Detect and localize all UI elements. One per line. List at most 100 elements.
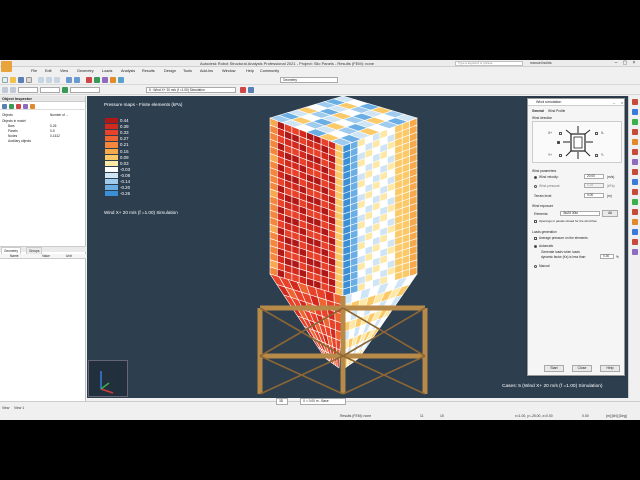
map-tool-icon[interactable]: [632, 239, 638, 245]
dir-x-minus-check[interactable]: [595, 132, 598, 135]
all-button[interactable]: All: [602, 210, 618, 217]
minimize-icon[interactable]: –: [612, 60, 620, 67]
view-1-tab[interactable]: View 1: [14, 406, 24, 410]
automatic-radio[interactable]: [534, 245, 537, 248]
manual-radio[interactable]: [534, 265, 537, 268]
wind-velocity-input[interactable]: 20.00: [584, 174, 604, 179]
wind-velocity-radio[interactable]: [534, 176, 537, 179]
selection-field[interactable]: [18, 87, 38, 93]
menu-tools[interactable]: Tools: [183, 69, 192, 73]
section-tool-icon[interactable]: [632, 129, 638, 135]
offset-tool-icon[interactable]: [632, 159, 638, 165]
design-icon[interactable]: [110, 77, 116, 83]
copy-icon[interactable]: [46, 77, 52, 83]
new-file-icon[interactable]: [2, 77, 8, 83]
bar-tool-icon[interactable]: [632, 99, 638, 105]
silo-left-face: [269, 117, 344, 297]
view-tab[interactable]: View: [2, 406, 9, 410]
dynamic-factor-input[interactable]: 0.30: [600, 254, 614, 259]
openings-check[interactable]: [534, 220, 537, 223]
check-tool-icon[interactable]: [632, 249, 638, 255]
print-icon[interactable]: [26, 77, 32, 83]
load-table-icon[interactable]: [248, 87, 254, 93]
menu-view[interactable]: View: [60, 69, 68, 73]
dir-y-minus-check[interactable]: [595, 154, 598, 157]
units-status[interactable]: [m] [kN] [Deg]: [606, 414, 627, 418]
paste-icon[interactable]: [54, 77, 60, 83]
help-icon[interactable]: [118, 77, 124, 83]
menu-design[interactable]: Design: [164, 69, 176, 73]
dir-x-check[interactable]: [557, 141, 560, 144]
average-pressure-check[interactable]: [534, 237, 537, 240]
filter-icon[interactable]: [10, 87, 16, 93]
green-node-icon[interactable]: [62, 87, 68, 93]
close-button[interactable]: Close: [572, 365, 592, 372]
thickness-tool-icon[interactable]: [632, 179, 638, 185]
menu-geometry[interactable]: Geometry: [77, 69, 94, 73]
calculate-icon[interactable]: [86, 77, 92, 83]
robot-logo-icon[interactable]: [1, 61, 12, 72]
menu-help[interactable]: Help: [246, 69, 254, 73]
undo-icon[interactable]: [66, 77, 72, 83]
load-tool-icon[interactable]: [632, 199, 638, 205]
redo-icon[interactable]: [74, 77, 80, 83]
release-tool-icon[interactable]: [632, 149, 638, 155]
save-icon[interactable]: [18, 77, 24, 83]
menu-edit[interactable]: Edit: [45, 69, 52, 73]
tree-nodes[interactable]: Nodes: [8, 134, 17, 138]
model-icon[interactable]: [94, 77, 100, 83]
cut-icon[interactable]: [38, 77, 44, 83]
inspector-settings-icon[interactable]: [30, 104, 35, 109]
menu-loads[interactable]: Loads: [102, 69, 112, 73]
maximize-icon[interactable]: ▢: [621, 60, 629, 67]
node-selection-field[interactable]: [70, 87, 100, 93]
tree-panels[interactable]: Panels: [8, 129, 18, 133]
dialog-close-icon[interactable]: ×: [618, 99, 626, 106]
view-mode-select[interactable]: 3D: [276, 398, 288, 405]
dir-x-plus-check[interactable]: [559, 132, 562, 135]
material-tool-icon[interactable]: [632, 139, 638, 145]
dir-y-plus-check[interactable]: [559, 154, 562, 157]
menu-add-ins[interactable]: Add-Ins: [200, 69, 213, 73]
open-folder-icon[interactable]: [10, 77, 16, 83]
panel-tool-icon[interactable]: [632, 169, 638, 175]
structure-level-select[interactable]: X = 0.00 m - Base: [300, 398, 346, 405]
inspector-add-icon[interactable]: [9, 104, 14, 109]
inspector-filter-icon[interactable]: [2, 104, 7, 109]
select-icon[interactable]: [2, 87, 8, 93]
mesh-tool-icon[interactable]: [632, 189, 638, 195]
menu-analysis[interactable]: Analysis: [121, 69, 135, 73]
wind-pressure-input[interactable]: 0.25: [584, 183, 604, 188]
menu-window[interactable]: Window: [222, 69, 236, 73]
tab-general[interactable]: General: [532, 109, 544, 113]
node-tool-icon[interactable]: [632, 109, 638, 115]
combination-tool-icon[interactable]: [632, 209, 638, 215]
results-icon[interactable]: [102, 77, 108, 83]
wind-pressure-radio[interactable]: [534, 185, 537, 188]
diagram-tool-icon[interactable]: [632, 229, 638, 235]
help-button[interactable]: Help: [600, 365, 620, 372]
search-input[interactable]: Type a keyword or phrase: [455, 61, 523, 66]
tab-wind-profile[interactable]: Wind Profile: [548, 109, 565, 113]
menu-results[interactable]: Results: [142, 69, 155, 73]
user-name[interactable]: manuel.builds: [530, 61, 552, 65]
tree-objects-in-model[interactable]: Objects in model: [2, 119, 26, 123]
close-icon[interactable]: ×: [630, 60, 638, 67]
menu-community[interactable]: Community: [260, 69, 279, 73]
tree-auxiliary[interactable]: Auxiliary objects: [8, 139, 31, 143]
menu-file[interactable]: File: [31, 69, 37, 73]
layout-select[interactable]: Geometry: [280, 77, 338, 83]
elements-input[interactable]: 3to25 30to: [560, 211, 600, 216]
dialog-minimize-icon[interactable]: –: [610, 99, 618, 106]
panel-selection-field[interactable]: [40, 87, 60, 93]
inspector-view-icon[interactable]: [23, 104, 28, 109]
terrain-level-input[interactable]: 0.00: [584, 193, 604, 198]
start-button[interactable]: Start: [544, 365, 564, 372]
wind-direction-panel: X+ X- Y+ Y-: [532, 121, 622, 163]
table-tool-icon[interactable]: [632, 219, 638, 225]
tree-bars[interactable]: Bars: [8, 124, 15, 128]
support-tool-icon[interactable]: [632, 119, 638, 125]
load-case-select[interactable]: 5 : Wind X+ 20 m/s (f =1.00) Simulation: [146, 87, 236, 93]
inspector-delete-icon[interactable]: [16, 104, 21, 109]
load-display-icon[interactable]: [240, 87, 246, 93]
